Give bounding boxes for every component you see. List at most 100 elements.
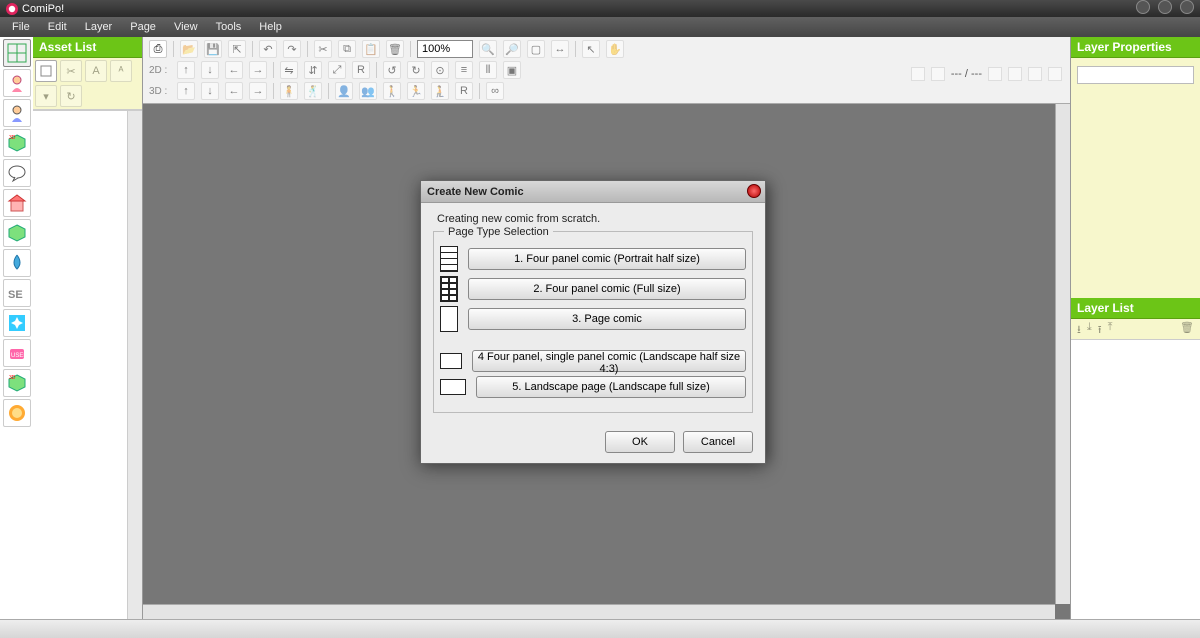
hand-icon[interactable]: ✋ — [606, 40, 624, 58]
asset-import-icon[interactable] — [35, 60, 57, 82]
copy-icon[interactable]: ⧉ — [338, 40, 356, 58]
maximize-button[interactable] — [1158, 0, 1172, 14]
layout-icon[interactable] — [3, 39, 31, 67]
cube-3d-icon[interactable]: 3D — [3, 129, 31, 157]
option-5-button[interactable]: 5. Landscape page (Landscape full size) — [476, 376, 746, 398]
asset-text-a-icon[interactable]: A — [85, 60, 107, 82]
user-pink-icon[interactable]: USER — [3, 339, 31, 367]
3d-reset-icon[interactable]: R — [455, 82, 473, 100]
asset-dropdown-icon[interactable]: ▾ — [35, 85, 57, 107]
3d-pose2-icon[interactable]: 🕺 — [304, 82, 322, 100]
3d-char1-icon[interactable]: 👤 — [335, 82, 353, 100]
menu-view[interactable]: View — [166, 19, 206, 35]
property-field[interactable] — [1077, 66, 1194, 84]
3d-down-icon[interactable]: ↓ — [201, 82, 219, 100]
layer-up-icon[interactable]: ⭱ — [1098, 321, 1102, 337]
layer-delete-icon[interactable]: 🗑 — [1180, 321, 1194, 337]
2d-distribute-icon[interactable]: ⫴ — [479, 61, 497, 79]
2d-down-icon[interactable]: ↓ — [201, 61, 219, 79]
asset-scrollbar[interactable] — [127, 111, 142, 619]
menu-layer[interactable]: Layer — [77, 19, 121, 35]
canvas-scrollbar-horizontal[interactable] — [143, 604, 1055, 619]
3d-link-icon[interactable]: ∞ — [486, 82, 504, 100]
option-1-button[interactable]: 1. Four panel comic (Portrait half size) — [468, 248, 746, 270]
option-4-button[interactable]: 4 Four panel, single panel comic (Landsc… — [472, 350, 746, 372]
option-3-shape-icon — [440, 306, 458, 332]
close-window-button[interactable] — [1180, 0, 1194, 14]
option-2-button[interactable]: 2. Four panel comic (Full size) — [468, 278, 746, 300]
fit-icon[interactable]: ▢ — [527, 40, 545, 58]
prev-page-icon[interactable] — [1008, 67, 1022, 81]
dialog-close-icon[interactable] — [747, 184, 761, 198]
minimize-button[interactable] — [1136, 0, 1150, 14]
menu-file[interactable]: File — [4, 19, 38, 35]
layer-bottom-icon[interactable]: ⤓ — [1087, 321, 1092, 337]
sparkle-icon[interactable] — [3, 309, 31, 337]
2d-flip-h-icon[interactable]: ⇋ — [280, 61, 298, 79]
canvas-scrollbar-vertical[interactable] — [1055, 104, 1070, 604]
asset-refresh-icon[interactable]: ↻ — [60, 85, 82, 107]
3d-char5-icon[interactable]: 🧎 — [431, 82, 449, 100]
3d-char4-icon[interactable]: 🏃 — [407, 82, 425, 100]
asset-cut-icon[interactable]: ✂ — [60, 60, 82, 82]
2d-flip-v-icon[interactable]: ⇵ — [304, 61, 322, 79]
asset-text-small-icon[interactable]: ᴬ — [110, 60, 132, 82]
user-lion-icon[interactable] — [3, 399, 31, 427]
option-3-button[interactable]: 3. Page comic — [468, 308, 746, 330]
2d-reset-icon[interactable]: R — [352, 61, 370, 79]
2d-rotate-cw-icon[interactable]: ↻ — [407, 61, 425, 79]
2d-right-icon[interactable]: → — [249, 61, 267, 79]
2d-rotate-ccw-icon[interactable]: ↺ — [383, 61, 401, 79]
2d-center-icon[interactable]: ⊙ — [431, 61, 449, 79]
redo-icon[interactable]: ↷ — [283, 40, 301, 58]
row-2d-label: 2D : — [149, 65, 171, 76]
open-icon[interactable]: 📂 — [180, 40, 198, 58]
se-text-icon[interactable]: SE — [3, 279, 31, 307]
ok-button[interactable]: OK — [605, 431, 675, 453]
save-icon[interactable]: 💾 — [204, 40, 222, 58]
export-icon[interactable]: ⇱ — [228, 40, 246, 58]
2d-align-icon[interactable]: ≡ — [455, 61, 473, 79]
first-page-icon[interactable] — [988, 67, 1002, 81]
dialog-title-bar[interactable]: Create New Comic — [421, 181, 765, 203]
droplet-icon[interactable] — [3, 249, 31, 277]
3d-pose1-icon[interactable]: 🧍 — [280, 82, 298, 100]
menu-page[interactable]: Page — [122, 19, 164, 35]
speech-bubble-icon[interactable] — [3, 159, 31, 187]
building-icon[interactable] — [3, 189, 31, 217]
menu-edit[interactable]: Edit — [40, 19, 75, 35]
pointer-icon[interactable]: ↖ — [582, 40, 600, 58]
delete-page-icon[interactable] — [931, 67, 945, 81]
3d-up-icon[interactable]: ↑ — [177, 82, 195, 100]
print-icon[interactable]: ⎙ — [149, 40, 167, 58]
menu-help[interactable]: Help — [251, 19, 290, 35]
paste-icon[interactable]: 📋 — [362, 40, 380, 58]
2d-group-icon[interactable]: ▣ — [503, 61, 521, 79]
layer-top-icon[interactable]: ⤒ — [1108, 321, 1113, 337]
cancel-button[interactable]: Cancel — [683, 431, 753, 453]
3d-left-icon[interactable]: ← — [225, 82, 243, 100]
3d-char3-icon[interactable]: 🚶 — [383, 82, 401, 100]
3d-char2-icon[interactable]: 👥 — [359, 82, 377, 100]
2d-scale-icon[interactable]: ⤢ — [328, 61, 346, 79]
cube-green-icon[interactable] — [3, 219, 31, 247]
3d-right-icon[interactable]: → — [249, 82, 267, 100]
user-cube-icon[interactable]: 3D — [3, 369, 31, 397]
cut-icon[interactable]: ✂ — [314, 40, 332, 58]
new-page-icon[interactable] — [911, 67, 925, 81]
2d-up-icon[interactable]: ↑ — [177, 61, 195, 79]
asset-category-bar: 3D SE USER 3D — [0, 37, 33, 619]
character-male-icon[interactable] — [3, 99, 31, 127]
layer-down-icon[interactable]: ⭳ — [1077, 321, 1081, 337]
delete-icon[interactable]: 🗑 — [386, 40, 404, 58]
last-page-icon[interactable] — [1048, 67, 1062, 81]
actual-icon[interactable]: ↔ — [551, 40, 569, 58]
character-female-icon[interactable] — [3, 69, 31, 97]
undo-icon[interactable]: ↶ — [259, 40, 277, 58]
zoom-in-icon[interactable]: 🔍 — [479, 40, 497, 58]
menu-tools[interactable]: Tools — [208, 19, 250, 35]
zoom-out-icon[interactable]: 🔎 — [503, 40, 521, 58]
zoom-input[interactable] — [417, 40, 473, 58]
next-page-icon[interactable] — [1028, 67, 1042, 81]
2d-left-icon[interactable]: ← — [225, 61, 243, 79]
